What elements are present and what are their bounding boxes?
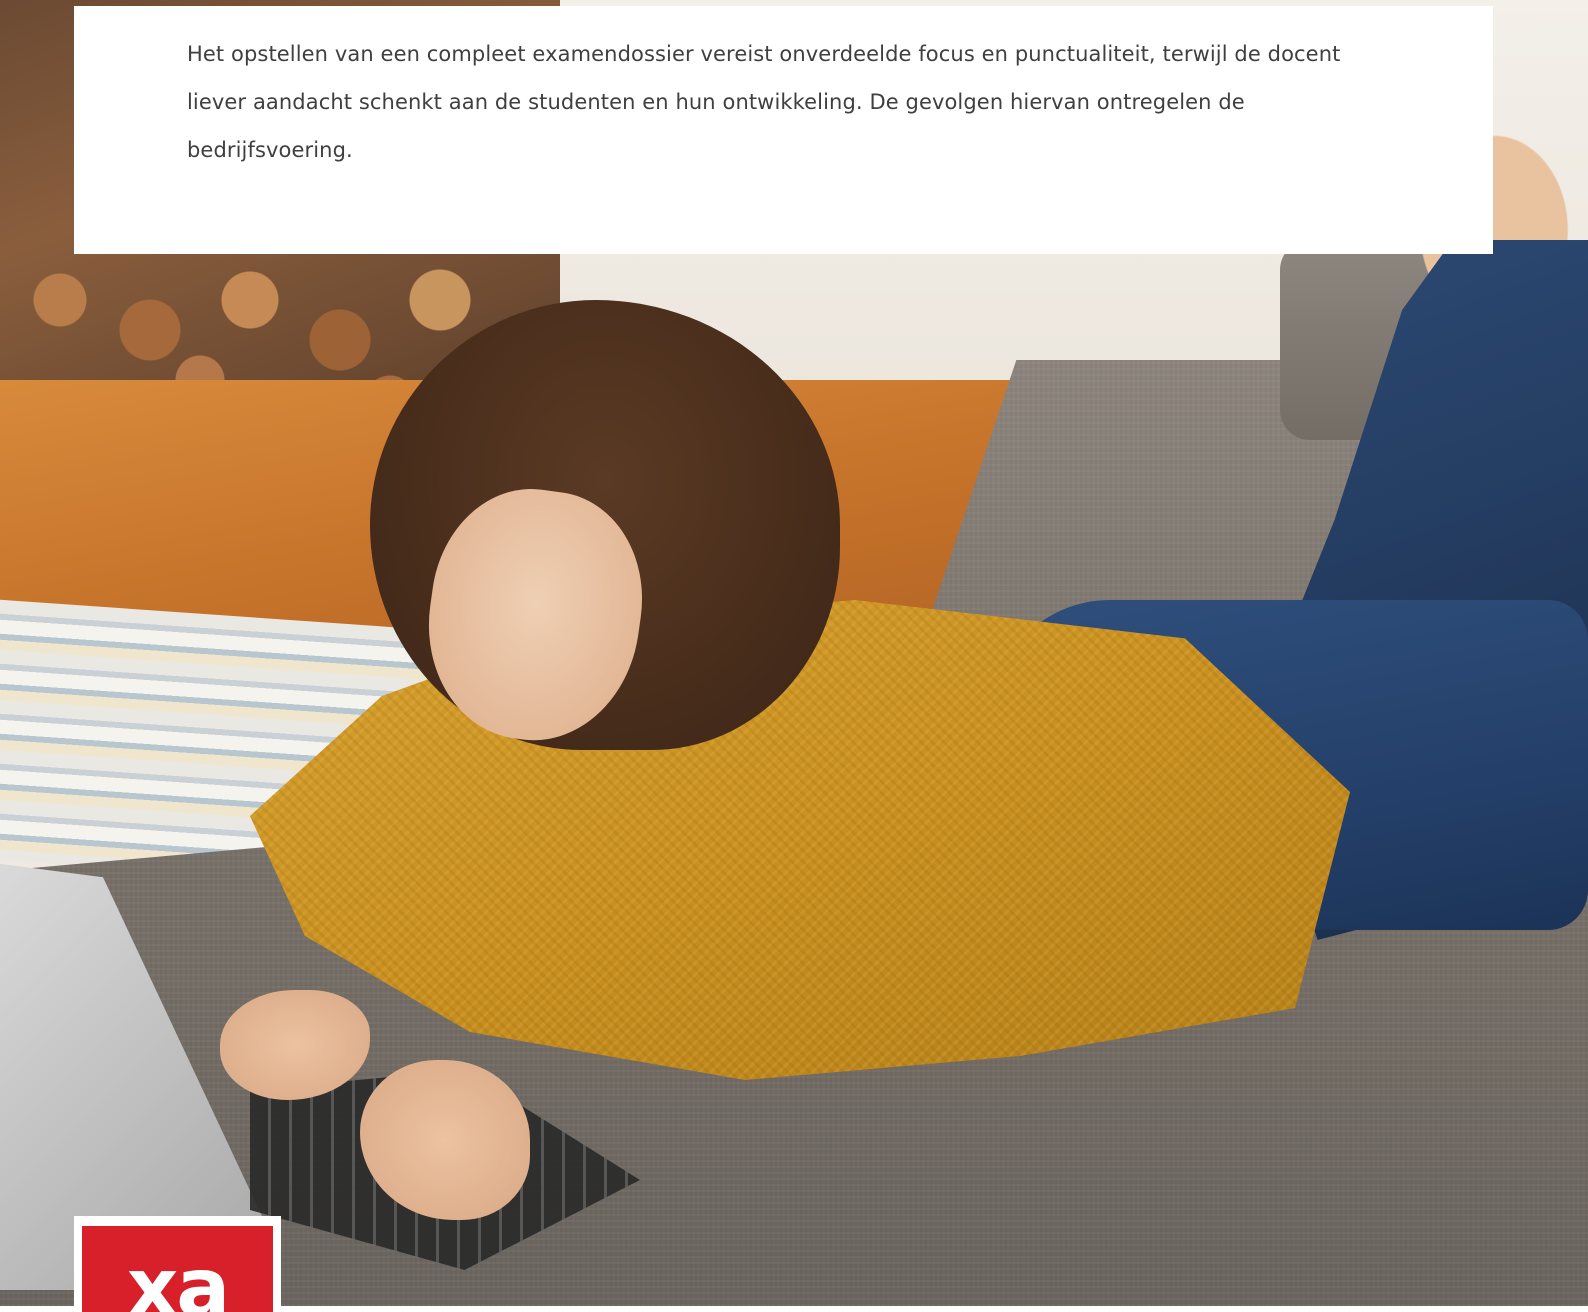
- brand-logo[interactable]: xa: [74, 1216, 281, 1312]
- logo-text: xa: [126, 1241, 231, 1312]
- intro-card: Het opstellen van een compleet examendos…: [74, 6, 1493, 254]
- logo-mark: xa: [82, 1226, 273, 1312]
- intro-paragraph: Het opstellen van een compleet examendos…: [187, 42, 1341, 162]
